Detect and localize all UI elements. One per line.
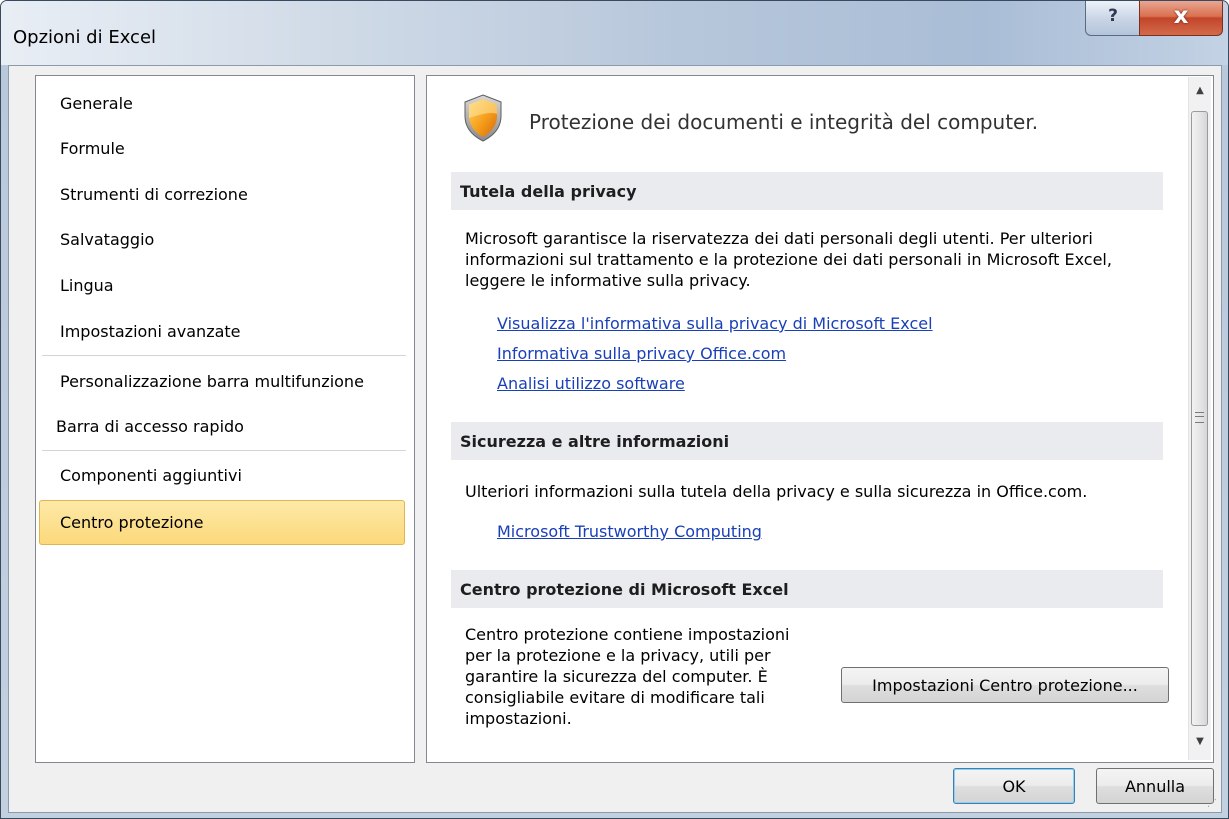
nav-item-formule[interactable]: Formule (38, 126, 410, 170)
ok-button[interactable]: OK (953, 768, 1075, 804)
nav-item-centro-protezione[interactable]: Centro protezione (39, 500, 405, 545)
security-description: Ulteriori informazioni sulla tutela dell… (465, 482, 1088, 501)
nav-item-label: Personalizzazione barra multifunzione (60, 372, 364, 391)
section-title: Centro protezione di Microsoft Excel (460, 580, 789, 599)
dialog-body: Generale Formule Strumenti di correzione… (8, 65, 1222, 813)
resize-grip-icon[interactable]: ⋰ (1207, 798, 1219, 810)
section-header-privacy: Tutela della privacy (451, 172, 1163, 210)
trust-center-description: Centro protezione contiene impostazioni … (465, 625, 790, 728)
nav-divider (42, 450, 406, 451)
button-label: Impostazioni Centro protezione... (872, 676, 1138, 695)
nav-item-label: Salvataggio (60, 230, 155, 249)
nav-item-salvataggio[interactable]: Salvataggio (38, 217, 410, 261)
nav-item-componenti-aggiuntivi[interactable]: Componenti aggiuntivi (38, 453, 410, 497)
help-icon: ? (1108, 6, 1118, 26)
cancel-button[interactable]: Annulla (1096, 768, 1214, 804)
title-bar[interactable]: Opzioni di Excel ? x (1, 1, 1228, 65)
scroll-down-arrow-icon[interactable]: ▼ (1193, 736, 1207, 752)
section-title: Tutela della privacy (460, 182, 637, 201)
nav-item-label: Lingua (60, 276, 114, 295)
nav-item-label: Generale (60, 94, 133, 113)
scrollbar-thumb[interactable] (1191, 111, 1208, 726)
grip-icon (1195, 412, 1204, 423)
close-icon: x (1173, 3, 1189, 29)
scroll-up-arrow-icon[interactable]: ▲ (1193, 85, 1207, 101)
link-analisi-software[interactable]: Analisi utilizzo software (497, 374, 685, 393)
nav-item-label: Impostazioni avanzate (60, 322, 241, 341)
nav-item-label: Formule (60, 139, 125, 158)
nav-item-label: Centro protezione (60, 513, 204, 532)
options-nav: Generale Formule Strumenti di correzione… (35, 75, 415, 763)
link-office-privacy[interactable]: Informativa sulla privacy Office.com (497, 344, 786, 363)
privacy-description: Microsoft garantisce la riservatezza dei… (465, 229, 1112, 290)
nav-item-personalizzazione-barra[interactable]: Personalizzazione barra multifunzione (38, 359, 410, 403)
link-trustworthy-computing[interactable]: Microsoft Trustworthy Computing (497, 522, 762, 541)
nav-item-impostazioni-avanzate[interactable]: Impostazioni avanzate (38, 309, 410, 353)
nav-item-strumenti-correzione[interactable]: Strumenti di correzione (38, 172, 410, 216)
nav-item-lingua[interactable]: Lingua (38, 263, 410, 307)
nav-item-generale[interactable]: Generale (38, 81, 410, 125)
nav-item-label: Componenti aggiuntivi (60, 466, 242, 485)
window-title: Opzioni di Excel (13, 27, 157, 48)
shield-icon (464, 94, 502, 142)
button-label: Annulla (1124, 777, 1186, 796)
nav-item-label: Strumenti di correzione (60, 185, 248, 204)
section-header-trust-center: Centro protezione di Microsoft Excel (451, 570, 1163, 608)
section-header-security: Sicurezza e altre informazioni (451, 422, 1163, 460)
nav-item-label: Barra di accesso rapido (56, 417, 244, 436)
excel-options-dialog: Opzioni di Excel ? x Generale Formule St… (0, 0, 1229, 819)
close-button[interactable]: x (1139, 1, 1223, 36)
nav-divider (42, 355, 406, 356)
trust-center-panel: Protezione dei documenti e integrità del… (426, 75, 1214, 763)
link-excel-privacy[interactable]: Visualizza l'informativa sulla privacy d… (497, 314, 933, 333)
help-button[interactable]: ? (1085, 1, 1141, 36)
trust-center-settings-button[interactable]: Impostazioni Centro protezione... (841, 667, 1169, 703)
section-title: Sicurezza e altre informazioni (460, 432, 730, 451)
button-label: OK (1002, 777, 1026, 796)
vertical-scrollbar[interactable]: ▲ ▼ (1188, 77, 1211, 760)
page-title: Protezione dei documenti e integrità del… (529, 110, 1039, 134)
nav-item-barra-accesso-rapido[interactable]: Barra di accesso rapido (38, 404, 410, 448)
